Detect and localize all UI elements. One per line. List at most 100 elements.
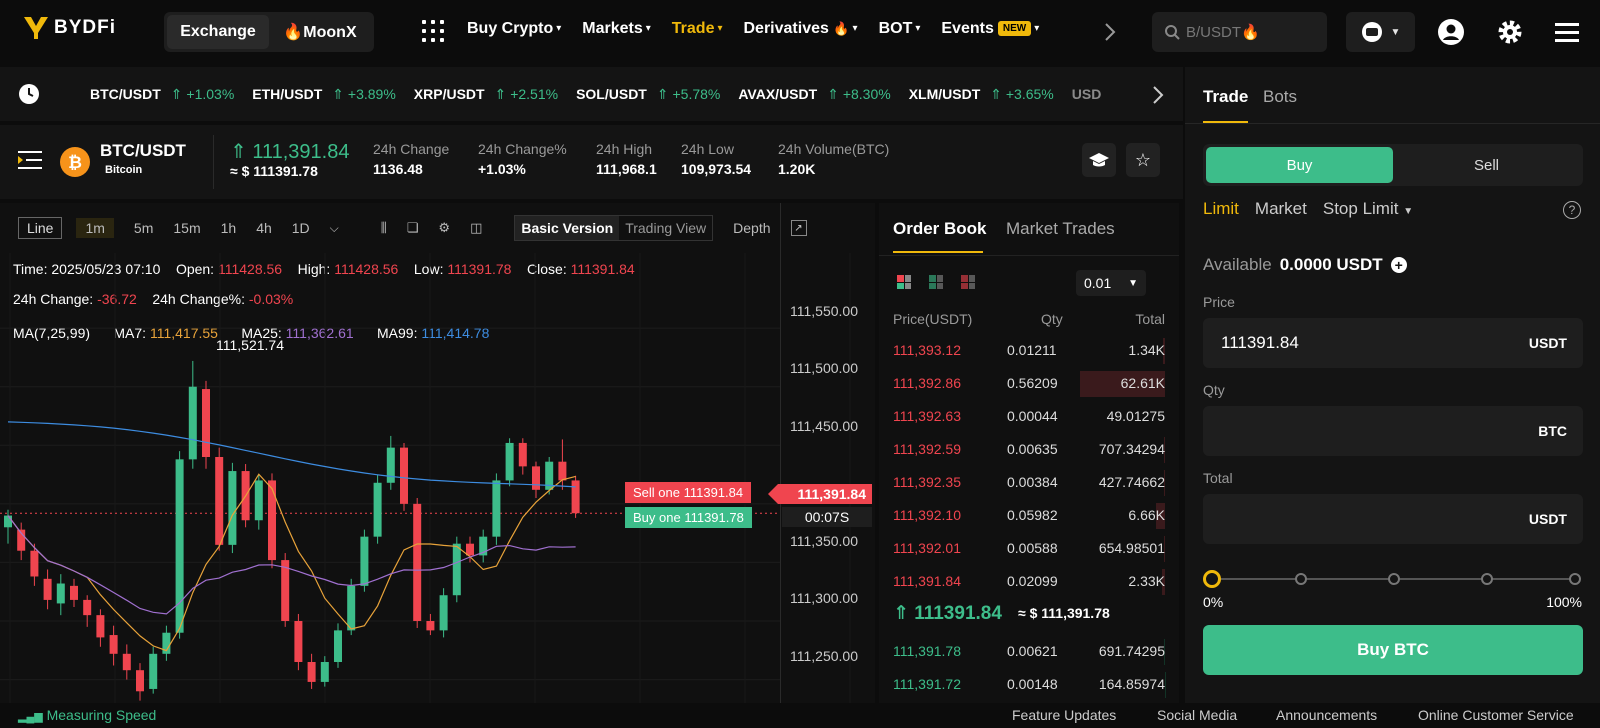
tab-moonx[interactable]: 🔥MoonX bbox=[269, 15, 371, 49]
candle-body bbox=[347, 585, 356, 631]
ticker-item[interactable]: SOL/USDT ⇑ +5.78% bbox=[576, 86, 720, 103]
y-tick: 111,250.00 bbox=[790, 648, 858, 664]
total-input[interactable]: USDT bbox=[1203, 494, 1583, 544]
ask-row[interactable]: 111,392.10 0.05982 6.66K bbox=[879, 499, 1179, 532]
candle-body bbox=[188, 386, 197, 460]
ask-price: 111,392.01 bbox=[893, 540, 961, 556]
ticker-item[interactable]: BTC/USDT ⇑ +1.03% bbox=[90, 86, 234, 103]
pair-info-bar: ₿ BTC/USDT Bitcoin ⇑ 111,391.84 ≈ $ 1113… bbox=[0, 125, 1183, 199]
user-icon[interactable] bbox=[1437, 18, 1465, 46]
footer-announcements[interactable]: Announcements bbox=[1276, 707, 1377, 723]
menu-events[interactable]: Events NEW ▾ bbox=[941, 20, 1039, 38]
stat-24h-low: 24h Low 109,973.54 bbox=[681, 141, 752, 177]
pair-list-toggle-icon[interactable] bbox=[18, 149, 42, 171]
exchange-moonx-switch: Exchange 🔥MoonX bbox=[164, 12, 374, 52]
search-input[interactable]: B/USDT🔥 bbox=[1152, 12, 1327, 52]
candle-body bbox=[109, 635, 118, 654]
menu-bot[interactable]: BOT ▾ bbox=[879, 20, 921, 38]
menu-markets[interactable]: Markets ▾ bbox=[582, 20, 651, 38]
ticker-item[interactable]: USD bbox=[1072, 86, 1102, 103]
order-type-limit[interactable]: Limit bbox=[1203, 199, 1239, 219]
candle-body bbox=[122, 653, 131, 671]
ask-qty: 0.05982 bbox=[1007, 507, 1058, 523]
tab-bots[interactable]: Bots bbox=[1263, 87, 1297, 107]
book-header: Price(USDT) Qty Total bbox=[893, 311, 1165, 327]
ticker-next-icon[interactable] bbox=[1152, 85, 1164, 105]
ticker-item[interactable]: ETH/USDT ⇑ +3.89% bbox=[252, 86, 396, 103]
tab-trade[interactable]: Trade bbox=[1203, 87, 1248, 107]
measuring-speed[interactable]: ▂▄▆ Measuring Speed bbox=[18, 707, 156, 723]
bitcoin-icon: ₿ bbox=[60, 147, 90, 177]
footer-customer-service[interactable]: Online Customer Service bbox=[1418, 707, 1574, 723]
deposit-plus-icon[interactable]: + bbox=[1390, 257, 1407, 273]
ask-row[interactable]: 111,392.01 0.00588 654.98501 bbox=[879, 532, 1179, 565]
menu-buy-crypto[interactable]: Buy Crypto ▾ bbox=[467, 20, 561, 38]
ask-row[interactable]: 111,392.59 0.00635 707.34294 bbox=[879, 433, 1179, 466]
apps-grid-icon[interactable] bbox=[422, 20, 444, 42]
ask-row[interactable]: 111,392.63 0.00044 49.01275 bbox=[879, 400, 1179, 433]
sell-tab[interactable]: Sell bbox=[1393, 147, 1580, 183]
bid-row[interactable]: 111,391.72 0.00148 164.85974 bbox=[879, 668, 1179, 701]
candle-body bbox=[281, 560, 290, 621]
book-asks-icon[interactable] bbox=[961, 275, 975, 289]
search-placeholder: B/USDT🔥 bbox=[1186, 24, 1260, 41]
fire-icon: 🔥 bbox=[833, 21, 850, 36]
precision-select[interactable]: 0.01 ▼ bbox=[1076, 270, 1146, 296]
book-bids-icon[interactable] bbox=[929, 275, 943, 289]
tutorial-button[interactable] bbox=[1082, 143, 1116, 177]
order-type-stop-limit[interactable]: Stop Limit ▼ bbox=[1323, 199, 1413, 219]
ticker-item[interactable]: AVAX/USDT ⇑ +8.30% bbox=[738, 86, 890, 103]
clock-icon[interactable] bbox=[18, 83, 40, 105]
signal-icon: ▂▄▆ bbox=[18, 711, 43, 723]
candlestick-chart[interactable] bbox=[0, 203, 875, 703]
hamburger-menu-icon[interactable] bbox=[1553, 18, 1581, 46]
wallet-dropdown[interactable]: ▼ bbox=[1346, 12, 1415, 52]
ask-total: 707.34294 bbox=[1098, 441, 1165, 457]
stat-24h-change-pct: 24h Change% +1.03% bbox=[478, 141, 567, 177]
footer-bar: ▂▄▆ Measuring Speed Feature Updates Soci… bbox=[0, 703, 1600, 728]
ask-price: 111,392.10 bbox=[893, 507, 961, 523]
ask-row[interactable]: 111,393.12 0.01211 1.34K bbox=[879, 334, 1179, 367]
help-icon[interactable]: ? bbox=[1563, 201, 1581, 219]
buy-btc-button[interactable]: Buy BTC bbox=[1203, 625, 1583, 675]
footer-social-media[interactable]: Social Media bbox=[1157, 707, 1237, 723]
order-type-market[interactable]: Market bbox=[1255, 199, 1307, 219]
ask-row[interactable]: 111,392.35 0.00384 427.74662 bbox=[879, 466, 1179, 499]
ask-total: 427.74662 bbox=[1098, 474, 1165, 490]
ask-row[interactable]: 111,392.86 0.56209 62.61K bbox=[879, 367, 1179, 400]
bid-price: 111,391.78 bbox=[893, 643, 961, 659]
candle-body bbox=[43, 578, 52, 600]
footer-feature-updates[interactable]: Feature Updates bbox=[1012, 707, 1116, 723]
buy-tab[interactable]: Buy bbox=[1206, 147, 1393, 183]
tab-order-book[interactable]: Order Book bbox=[893, 219, 987, 239]
ticker-item[interactable]: XLM/USDT ⇑ +3.65% bbox=[909, 86, 1054, 103]
menu-derivatives[interactable]: Derivatives 🔥 ▾ bbox=[744, 20, 858, 38]
tab-exchange[interactable]: Exchange bbox=[167, 15, 269, 49]
candle-body bbox=[254, 480, 263, 521]
main-menu: Buy Crypto ▾ Markets ▾ Trade ▾ Derivatives … bbox=[467, 20, 1060, 38]
candle-body bbox=[439, 595, 448, 631]
ask-total: 654.98501 bbox=[1098, 540, 1165, 556]
candle-body bbox=[215, 457, 224, 545]
current-price-tag: 111,391.84 bbox=[768, 484, 872, 504]
candle-body bbox=[136, 670, 144, 692]
stat-24h-volume: 24h Volume(BTC) 1.20K bbox=[778, 141, 890, 177]
ticker-item[interactable]: XRP/USDT ⇑ +2.51% bbox=[414, 86, 558, 103]
slider-handle[interactable] bbox=[1203, 570, 1221, 588]
bid-row[interactable]: 111,391.78 0.00621 691.74295 bbox=[879, 635, 1179, 668]
candle-countdown: 00:07S bbox=[782, 507, 872, 527]
book-both-icon[interactable] bbox=[897, 275, 911, 289]
menu-trade[interactable]: Trade ▾ bbox=[672, 20, 723, 38]
candle-body bbox=[202, 389, 210, 457]
qty-input[interactable]: BTC bbox=[1203, 406, 1583, 456]
candle-body bbox=[360, 536, 369, 586]
bydfi-logo[interactable]: BYDFi bbox=[24, 17, 116, 39]
candle-body bbox=[386, 447, 395, 483]
price-input[interactable]: 111391.84 USDT bbox=[1203, 318, 1583, 368]
pair-symbol[interactable]: BTC/USDT bbox=[100, 141, 186, 161]
gear-icon[interactable] bbox=[1496, 18, 1524, 46]
ask-row[interactable]: 111,391.84 0.02099 2.33K bbox=[879, 565, 1179, 598]
chevron-right-icon[interactable] bbox=[1104, 22, 1116, 42]
favorite-star-icon[interactable]: ☆ bbox=[1126, 143, 1160, 177]
tab-market-trades[interactable]: Market Trades bbox=[1006, 219, 1115, 239]
